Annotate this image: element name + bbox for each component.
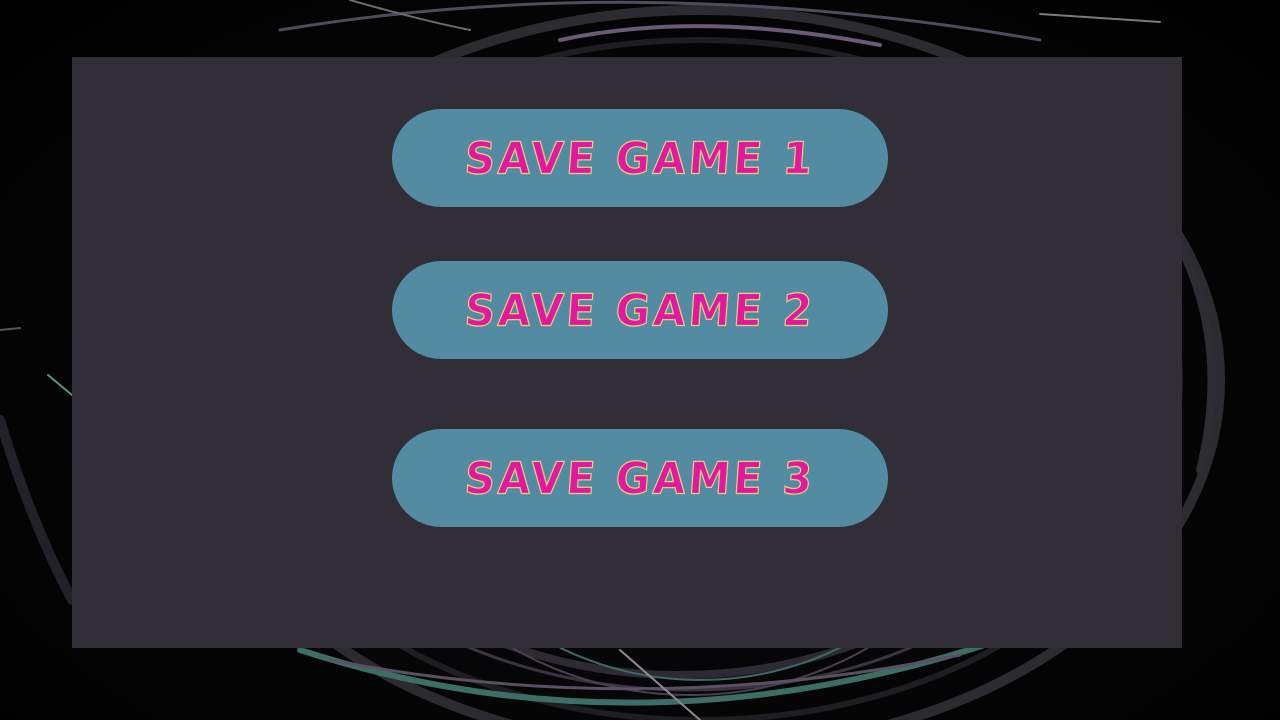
save-game-1-button[interactable]: SAVE GAME 1: [392, 109, 888, 207]
save-game-2-label: SAVE GAME 2: [463, 284, 818, 337]
game-screen: SAVE GAME 1 SAVE GAME 2 SAVE GAME 3: [0, 0, 1280, 720]
save-game-2-button[interactable]: SAVE GAME 2: [392, 261, 888, 359]
save-game-3-label: SAVE GAME 3: [463, 452, 818, 505]
save-game-3-button[interactable]: SAVE GAME 3: [392, 429, 888, 527]
save-game-1-label: SAVE GAME 1: [463, 132, 818, 185]
save-game-panel: SAVE GAME 1 SAVE GAME 2 SAVE GAME 3: [72, 57, 1182, 648]
